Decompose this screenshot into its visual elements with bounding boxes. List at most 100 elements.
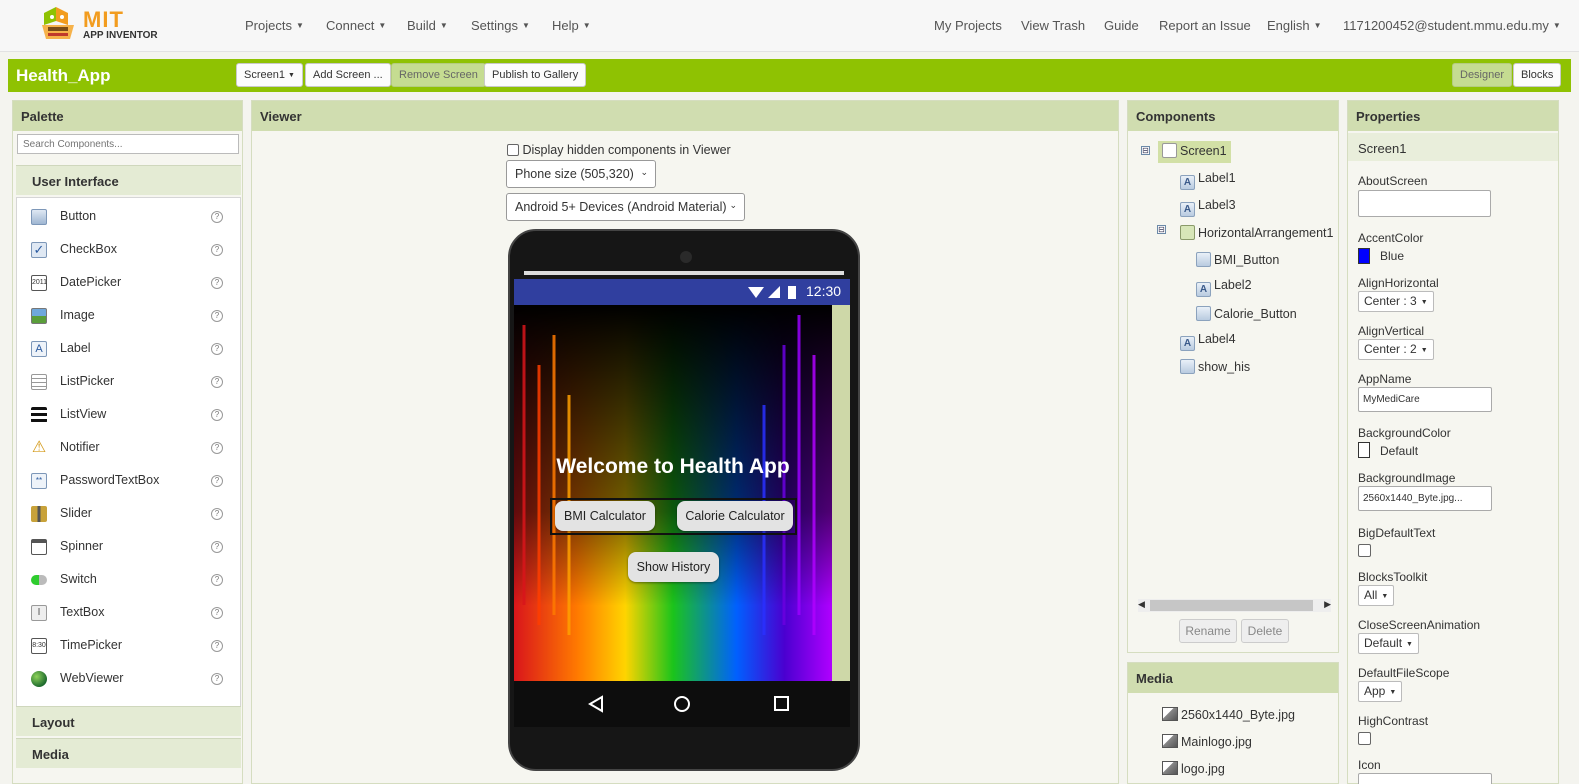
help-icon[interactable]: ? [211, 607, 223, 619]
prop-toolkit-select[interactable]: All ▼ [1358, 585, 1395, 606]
publish-gallery-button[interactable]: Publish to Gallery [484, 63, 587, 87]
tree-label4[interactable]: A Label4 [1180, 332, 1236, 354]
palette-item-label[interactable]: A Label ? [17, 333, 240, 365]
nav-settings[interactable]: Settings ▼ [471, 18, 530, 33]
palette-item-listpicker[interactable]: ListPicker ? [17, 366, 240, 398]
prop-filescope-select[interactable]: App ▼ [1358, 681, 1403, 702]
prop-closeanim-select[interactable]: Default ▼ [1358, 633, 1419, 654]
help-icon[interactable]: ? [211, 310, 223, 322]
help-icon[interactable]: ? [211, 244, 223, 256]
nav-language[interactable]: English ▼ [1267, 18, 1322, 33]
tree-horizontal-scrollbar[interactable]: ◀ ▶ [1138, 599, 1331, 612]
tree-label1[interactable]: A Label1 [1180, 171, 1236, 193]
prop-about-textarea[interactable] [1358, 190, 1491, 217]
theme-select[interactable]: Android 5+ Devices (Android Material) ⌄ [506, 193, 745, 221]
prop-bgcolor-value[interactable]: Default [1380, 444, 1418, 458]
scroll-left-icon[interactable]: ◀ [1138, 599, 1145, 610]
tree-label3[interactable]: A Label3 [1180, 198, 1236, 220]
palette-item-textbox[interactable]: I TextBox ? [17, 597, 240, 629]
prop-bgcolor-label: BackgroundColor [1358, 426, 1451, 440]
scroll-right-icon[interactable]: ▶ [1324, 599, 1331, 610]
tree-bmi-button[interactable]: BMI_Button [1196, 252, 1279, 274]
tree-label2[interactable]: A Label2 [1196, 278, 1252, 300]
help-icon[interactable]: ? [211, 277, 223, 289]
collapse-screen1-toggle[interactable]: ⊟ [1141, 146, 1150, 155]
collapse-arrangement-toggle[interactable]: ⊟ [1157, 225, 1166, 234]
tree-screen1[interactable]: Screen1 [1158, 141, 1231, 163]
palette-item-checkbox[interactable]: ✓ CheckBox ? [17, 234, 240, 266]
screen-scroll-strip [832, 305, 850, 681]
nav-build[interactable]: Build ▼ [407, 18, 448, 33]
category-layout[interactable]: Layout [16, 706, 241, 736]
media-file[interactable]: logo.jpg [1162, 761, 1225, 776]
status-time: 12:30 [806, 283, 842, 299]
media-file[interactable]: 2560x1440_Byte.jpg [1162, 707, 1295, 722]
calorie-calculator-button[interactable]: Calorie Calculator [677, 501, 793, 531]
palette-item-webviewer[interactable]: WebViewer ? [17, 663, 240, 695]
prop-accent-value[interactable]: Blue [1380, 249, 1404, 263]
help-icon[interactable]: ? [211, 673, 223, 685]
tree-show-his[interactable]: show_his [1180, 359, 1250, 381]
bg-color-swatch[interactable] [1358, 442, 1370, 458]
prop-appname-input[interactable]: MyMediCare [1358, 387, 1492, 412]
nav-view-trash[interactable]: View Trash [1021, 18, 1085, 33]
help-icon[interactable]: ? [211, 508, 223, 520]
help-icon[interactable]: ? [211, 541, 223, 553]
components-panel: Components ⊟ Screen1 A Label1 A Label3 ⊟ H… [1127, 100, 1339, 653]
palette-item-timepicker[interactable]: 8:30 TimePicker ? [17, 630, 240, 662]
help-icon[interactable]: ? [211, 409, 223, 421]
delete-button[interactable]: Delete [1241, 619, 1289, 643]
nav-account[interactable]: 1171200452@student.mmu.edu.my ▼ [1343, 18, 1561, 33]
prop-bgimage-input[interactable]: 2560x1440_Byte.jpg... [1358, 486, 1492, 511]
palette-item-spinner[interactable]: Spinner ? [17, 531, 240, 563]
palette-item-switch[interactable]: Switch ? [17, 564, 240, 596]
help-icon[interactable]: ? [211, 574, 223, 586]
nav-my-projects[interactable]: My Projects [934, 18, 1002, 33]
tree-calorie-button[interactable]: Calorie_Button [1196, 306, 1297, 328]
screen-select-button[interactable]: Screen1 ▼ [236, 63, 303, 87]
help-icon[interactable]: ? [211, 211, 223, 223]
tree-horizontal-arrangement1[interactable]: HorizontalArrangement1 [1180, 225, 1334, 247]
nav-connect[interactable]: Connect ▼ [326, 18, 386, 33]
prop-contrast-checkbox[interactable] [1358, 732, 1371, 745]
nav-report-issue[interactable]: Report an Issue [1159, 18, 1251, 33]
media-file[interactable]: Mainlogo.jpg [1162, 734, 1252, 749]
phone-size-select[interactable]: Phone size (505,320) ⌄ [506, 160, 656, 188]
palette-item-slider[interactable]: Slider ? [17, 498, 240, 530]
palette-item-listview[interactable]: ListView ? [17, 399, 240, 431]
help-icon[interactable]: ? [211, 343, 223, 355]
nav-help[interactable]: Help ▼ [552, 18, 591, 33]
category-user-interface[interactable]: User Interface [16, 165, 241, 195]
app-inventor-logo[interactable]: MIT APP INVENTOR [36, 5, 166, 45]
help-icon[interactable]: ? [211, 475, 223, 487]
display-hidden-row[interactable]: Display hidden components in Viewer [507, 143, 731, 157]
designer-button[interactable]: Designer [1452, 63, 1513, 87]
search-components-input[interactable] [17, 134, 239, 154]
category-media[interactable]: Media [16, 738, 241, 768]
palette-item-notifier[interactable]: ⚠ Notifier ? [17, 432, 240, 464]
rename-button[interactable]: Rename [1179, 619, 1237, 643]
help-icon[interactable]: ? [211, 442, 223, 454]
bmi-calculator-button[interactable]: BMI Calculator [555, 501, 655, 531]
accent-color-swatch[interactable] [1358, 248, 1370, 264]
display-hidden-checkbox[interactable] [507, 144, 519, 156]
image-file-icon [1162, 707, 1178, 721]
add-screen-button[interactable]: Add Screen ... [305, 63, 391, 87]
remove-screen-button[interactable]: Remove Screen [391, 63, 486, 87]
nav-guide[interactable]: Guide [1104, 18, 1139, 33]
help-icon[interactable]: ? [211, 376, 223, 388]
prop-align-h-select[interactable]: Center : 3 ▼ [1358, 291, 1434, 312]
show-history-button[interactable]: Show History [628, 552, 719, 582]
nav-projects[interactable]: Projects ▼ [245, 18, 304, 33]
prop-align-v-select[interactable]: Center : 2 ▼ [1358, 339, 1434, 360]
help-icon[interactable]: ? [211, 640, 223, 652]
palette-item-datepicker[interactable]: 2011 DatePicker ? [17, 267, 240, 299]
palette-item-image[interactable]: Image ? [17, 300, 240, 332]
blocks-button[interactable]: Blocks [1513, 63, 1562, 87]
textbox-icon: I [31, 605, 47, 621]
palette-item-button[interactable]: Button ? [17, 201, 240, 233]
palette-item-passwordtextbox[interactable]: ** PasswordTextBox ? [17, 465, 240, 497]
scrollbar-thumb[interactable] [1150, 600, 1313, 611]
prop-icon-input[interactable] [1358, 773, 1492, 784]
prop-bigtext-checkbox[interactable] [1358, 544, 1371, 557]
